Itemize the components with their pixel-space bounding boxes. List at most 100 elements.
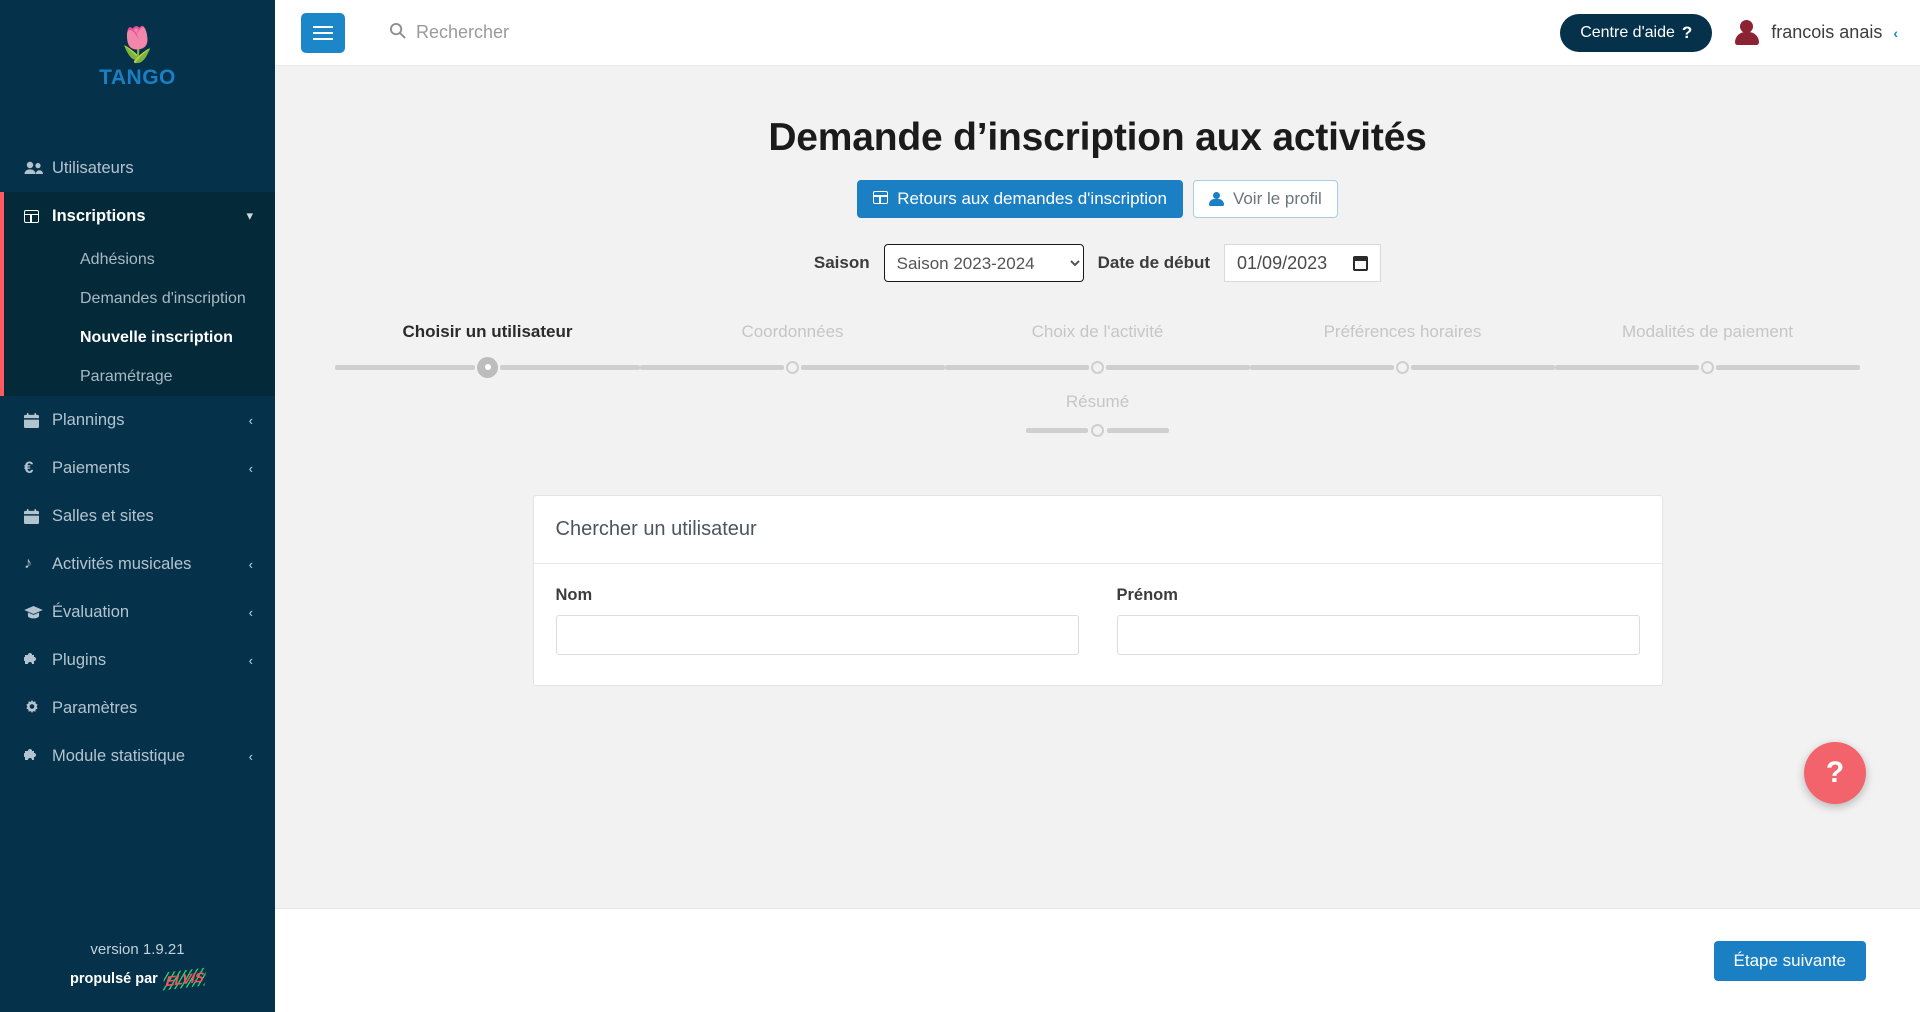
step-label-choisir-un-utilisateur[interactable]: Choisir un utilisateur [335, 322, 640, 342]
season-select[interactable]: Saison 2023-2024 [883, 244, 1084, 282]
step-marker-5[interactable] [1555, 356, 1860, 378]
sidebar-item-parametres[interactable]: Paramètres [0, 684, 275, 732]
puzzle-icon [24, 748, 52, 764]
sidebar-item-salles-et-sites[interactable]: Salles et sites [0, 492, 275, 540]
step-marker-2[interactable] [640, 356, 945, 378]
user-avatar-icon [1734, 19, 1760, 46]
version-label: version 1.9.21 [90, 941, 185, 958]
calendar-icon[interactable] [1353, 255, 1369, 271]
graduation-cap-icon [24, 605, 52, 619]
sidebar-footer: version 1.9.21 propulsé par ELVIS [0, 941, 275, 1012]
stepper-track-row1 [335, 356, 1860, 378]
powered-by-label: propulsé par [69, 971, 158, 987]
user-menu[interactable]: francois anais ‹ [1734, 19, 1898, 46]
step-marker-3[interactable] [945, 356, 1250, 378]
next-step-button[interactable]: Étape suivante [1713, 940, 1866, 981]
hamburger-icon[interactable] [301, 12, 345, 53]
page-content: Demande d’inscription aux activités Reto… [275, 66, 1920, 908]
calendar-icon [24, 412, 52, 428]
help-center-button[interactable]: Centre d'aide ? [1560, 13, 1713, 52]
calendar-icon [24, 508, 52, 524]
start-date-label: Date de début [1097, 253, 1211, 272]
nom-input[interactable] [555, 615, 1079, 655]
sidebar-item-label: Module statistique [52, 746, 185, 765]
sidebar-item-module-statistique[interactable]: Module statistique ‹ [0, 732, 275, 780]
chevron-left-icon: ‹ [248, 748, 253, 764]
help-fab-button[interactable]: ? [1804, 742, 1866, 804]
sidebar-item-plannings[interactable]: Plannings ‹ [0, 396, 275, 444]
search-icon [389, 22, 406, 44]
step-marker-1[interactable] [335, 356, 640, 378]
wizard-stepper: Choisir un utilisateur Coordonnées Choix… [275, 322, 1920, 437]
start-date-field[interactable]: 01/09/2023 [1224, 244, 1382, 282]
grid-icon [24, 209, 52, 223]
topbar-right: Centre d'aide ? francois anais ‹ [1560, 13, 1898, 52]
sidebar-item-label: Paramètres [52, 698, 138, 717]
step-label-choix-de-lactivite[interactable]: Choix de l'activité [945, 322, 1250, 342]
step-label-coordonnees[interactable]: Coordonnées [640, 322, 945, 342]
help-center-label: Centre d'aide [1580, 23, 1675, 41]
chevron-left-icon: ‹ [248, 412, 253, 428]
sidebar-item-evaluation[interactable]: Évaluation ‹ [0, 588, 275, 636]
main-region: Centre d'aide ? francois anais ‹ Demande… [275, 0, 1920, 1012]
user-name: francois anais [1771, 22, 1883, 42]
field-prenom: Prénom [1116, 586, 1640, 655]
stepper-track-row2 [335, 424, 1860, 437]
search-user-card: Chercher un utilisateur Nom Prénom [532, 495, 1663, 686]
person-icon [1208, 191, 1224, 207]
step-label-preferences-horaires[interactable]: Préférences horaires [1250, 322, 1555, 342]
page-actions: Retours aux demandes d'inscription Voir … [275, 180, 1920, 218]
euro-icon: € [24, 458, 34, 477]
tulip-icon: 🌷 [116, 26, 159, 64]
sidebar-item-activites-musicales[interactable]: ♪ Activités musicales ‹ [0, 540, 275, 588]
stepper-labels-row1: Choisir un utilisateur Coordonnées Choix… [335, 322, 1860, 342]
prenom-label: Prénom [1116, 586, 1178, 604]
chevron-left-icon: ‹ [248, 604, 253, 620]
sidebar-item-paiements[interactable]: € Paiements ‹ [0, 444, 275, 492]
chevron-left-icon: ‹ [248, 556, 253, 572]
puzzle-icon [24, 652, 52, 668]
prenom-input[interactable] [1116, 615, 1640, 655]
sidebar-item-label: Paiements [52, 458, 130, 477]
grid-icon [873, 189, 889, 209]
brand-logo-block[interactable]: 🌷 TANGO [0, 0, 275, 104]
stepper-labels-row2: Résumé [335, 392, 1860, 412]
sidebar-subitem-parametrage[interactable]: Paramétrage [4, 357, 254, 396]
nom-label: Nom [555, 586, 593, 604]
sidebar-item-label: Plugins [52, 650, 107, 669]
view-profile-button[interactable]: Voir le profil [1192, 180, 1338, 218]
sidebar-group-inscriptions: Inscriptions ▾ Adhésions Demandes d'insc… [0, 192, 275, 396]
sidebar-item-plugins[interactable]: Plugins ‹ [0, 636, 275, 684]
card-body: Nom Prénom [534, 564, 1662, 685]
brand-name: TANGO [99, 66, 176, 89]
question-mark-icon: ? [1825, 756, 1845, 789]
search-box[interactable] [389, 22, 736, 44]
sidebar-subitem-demandes-inscription[interactable]: Demandes d'inscription [4, 279, 254, 318]
sidebar-item-utilisateurs[interactable]: Utilisateurs [0, 144, 275, 192]
step-label-resume[interactable]: Résumé [1066, 392, 1129, 412]
view-profile-label: Voir le profil [1232, 189, 1322, 208]
sidebar-subitem-nouvelle-inscription[interactable]: Nouvelle inscription [4, 318, 254, 357]
search-input[interactable] [416, 22, 736, 43]
step-marker-6[interactable] [1091, 424, 1104, 437]
chevron-down-icon: ▾ [246, 208, 253, 223]
sidebar-subitem-adhesions[interactable]: Adhésions [4, 240, 254, 279]
gear-icon [24, 700, 52, 716]
sidebar-item-label: Évaluation [52, 602, 130, 621]
season-label: Saison [813, 253, 870, 272]
users-icon [24, 161, 52, 175]
chevron-left-icon: ‹ [248, 652, 253, 668]
step-marker-4[interactable] [1250, 356, 1555, 378]
sidebar-item-label: Activités musicales [52, 554, 192, 573]
back-to-requests-button[interactable]: Retours aux demandes d'inscription [857, 180, 1183, 218]
powered-by: propulsé par ELVIS [0, 967, 275, 991]
step-label-modalites-de-paiement[interactable]: Modalités de paiement [1555, 322, 1860, 342]
page-title: Demande d’inscription aux activités [768, 116, 1427, 159]
topbar: Centre d'aide ? francois anais ‹ [275, 0, 1920, 66]
chevron-left-icon: ‹ [248, 460, 253, 476]
sidebar-item-label: Utilisateurs [52, 158, 134, 177]
question-mark-icon: ? [1681, 22, 1693, 42]
sidebar-item-inscriptions[interactable]: Inscriptions ▾ [4, 192, 275, 240]
back-to-requests-label: Retours aux demandes d'inscription [897, 189, 1167, 208]
app-root: 🌷 TANGO Utilisateurs Inscriptions ▾ Adhé… [0, 0, 1920, 1012]
